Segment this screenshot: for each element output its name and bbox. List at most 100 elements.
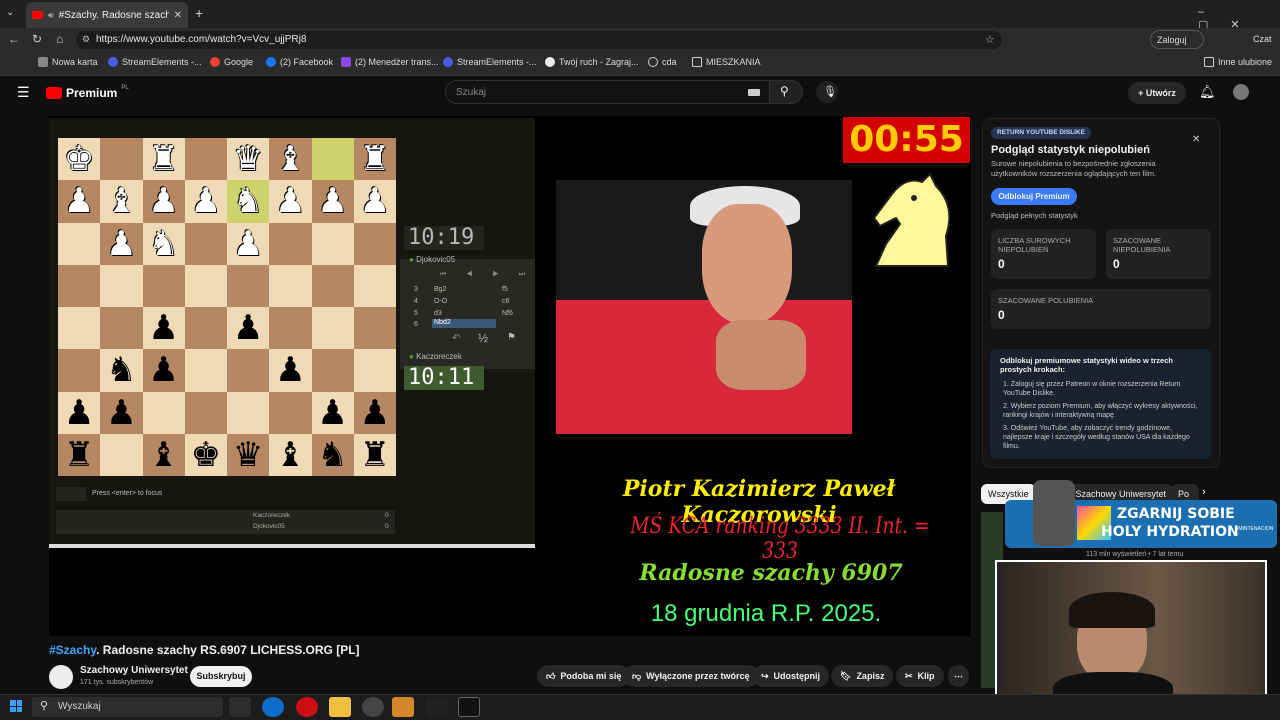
more-actions-button[interactable]: ⋯ — [948, 665, 969, 687]
avatar[interactable] — [1233, 84, 1249, 100]
home-icon[interactable]: ⌂ — [56, 32, 63, 46]
board-square — [100, 138, 143, 181]
task-view-icon[interactable] — [229, 697, 251, 717]
subscribe-button[interactable]: Subskrybuj — [190, 666, 252, 687]
browser-tab[interactable]: 🔊︎ #Szachy. Radosne szachy RS.6 ✕ — [26, 2, 188, 28]
page-info-icon[interactable]: ⚙ — [82, 34, 90, 45]
board-square: ♟ — [269, 349, 312, 392]
bookmark-item[interactable]: StreamElements -... — [108, 57, 202, 67]
board-square — [142, 391, 185, 434]
tab-title: #Szachy. Radosne szachy RS.6 — [58, 9, 169, 21]
file-explorer-icon[interactable] — [329, 697, 351, 717]
bookmark-item[interactable]: StreamElements -... — [443, 57, 537, 67]
bookmark-item[interactable]: Twój ruch - Zagraj... — [545, 57, 639, 67]
hashtag-link[interactable]: #Szachy — [49, 643, 96, 657]
back-icon[interactable]: ← — [8, 32, 20, 46]
folder-icon — [1204, 57, 1214, 67]
facebook-icon — [266, 57, 276, 67]
url-field[interactable]: https://www.youtube.com/watch?v=Vcv_ujjP… — [76, 31, 1002, 49]
board-square — [353, 307, 396, 350]
app-icon[interactable] — [458, 697, 480, 717]
promo-step: 1. Zaloguj się przez Patreon w oknie roz… — [1003, 381, 1181, 397]
chevron-right-icon[interactable]: › — [1202, 486, 1206, 498]
bookmark-item[interactable]: (2) Facebook — [266, 57, 333, 67]
windows-start-icon[interactable] — [10, 700, 22, 712]
clip-button[interactable]: ✂ Klip — [896, 665, 944, 687]
board-square — [100, 433, 143, 476]
speaker-icon[interactable]: 🔊︎ — [48, 10, 54, 21]
channel-avatar[interactable] — [49, 665, 73, 689]
search-input[interactable]: Szukaj — [445, 80, 770, 104]
board-square: ♜ — [353, 138, 396, 181]
promo-step: 2. Wybierz poziom Premium, aby włączyć w… — [1003, 403, 1198, 419]
close-icon[interactable]: ✕ — [1192, 134, 1200, 145]
board-square: ♛ — [227, 433, 270, 476]
app-icon[interactable] — [362, 697, 384, 717]
share-button[interactable]: ↪ Udostępnij — [752, 665, 830, 687]
streamer-webcam-overlay — [995, 560, 1267, 710]
thumb-up-icon: 👍︎ — [546, 671, 556, 681]
favorite-star-icon[interactable]: ☆ — [985, 33, 995, 46]
streamelements-icon — [443, 57, 453, 67]
face-shape — [702, 204, 792, 324]
page-icon — [38, 57, 48, 67]
black-piece-icon: ♟ — [148, 309, 179, 348]
full-stats-link[interactable]: Podgląd pełnych statystyk — [991, 211, 1078, 220]
create-button[interactable]: + Utwórz — [1128, 82, 1186, 104]
board-square: ♝ — [269, 138, 312, 181]
app-icon[interactable] — [426, 697, 448, 717]
black-piece-icon: ♝ — [148, 435, 179, 474]
search-button[interactable]: ⚲ — [769, 80, 803, 104]
bookmark-item[interactable]: Nowa karta — [38, 57, 98, 67]
video-line-date: 18 grudnia R.P. 2025. — [650, 600, 882, 627]
chat-label[interactable]: Czat — [1253, 34, 1272, 44]
stat-value: 0 — [998, 257, 1005, 271]
video-line-ranking: MŚ KCA ranking 3333 II. Int. = 333 — [630, 514, 930, 564]
move-black: Nf6 — [502, 310, 513, 317]
bookmark-item[interactable]: (2) Menedżer trans... — [341, 57, 439, 67]
move-white: d3 — [434, 310, 442, 317]
like-button[interactable]: 👍︎ Podoba mi się — [537, 665, 631, 687]
player-top: ● Djokovic05 — [409, 255, 456, 264]
score-name: Djokovic05 — [253, 523, 285, 530]
stat-value: 0 — [1113, 257, 1120, 271]
board-square: ♟ — [311, 180, 354, 223]
youtube-logo[interactable]: Premium PL — [46, 85, 129, 100]
channel-name[interactable]: Szachowy Uniwersytet — [80, 665, 188, 676]
video-title: #Szachy. Radosne szachy RS.6907 LICHESS.… — [49, 643, 360, 657]
keyboard-icon[interactable] — [748, 89, 760, 96]
move-number: 3 — [414, 286, 418, 293]
bookmark-item[interactable]: cda — [648, 57, 677, 67]
lichess-progress-line — [49, 544, 535, 548]
unlock-premium-button[interactable]: Odblokuj Premium — [991, 188, 1077, 205]
youtube-play-icon — [46, 87, 62, 99]
app-icon[interactable] — [392, 697, 414, 717]
tab-list-icon[interactable]: ⌄ — [6, 7, 14, 18]
other-bookmarks[interactable]: Inne ulubione — [1204, 57, 1272, 67]
reload-icon[interactable]: ↻ — [32, 32, 42, 46]
move-number: 5 — [414, 310, 418, 317]
black-piece-icon: ♟ — [317, 393, 348, 432]
new-tab-icon[interactable]: + — [195, 5, 203, 21]
dislike-disabled-button[interactable]: 👎︎ Wyłączone przez twórcę — [623, 665, 759, 687]
white-piece-icon: ♟ — [359, 182, 391, 221]
move-black: f5 — [502, 286, 508, 293]
black-piece-icon: ♞ — [106, 351, 137, 390]
focus-hint: Press <enter> to focus — [92, 490, 163, 497]
browser-tab-bar — [0, 0, 1280, 28]
login-button[interactable]: Zaloguj — [1150, 30, 1204, 49]
menu-icon[interactable]: ☰ — [17, 84, 30, 101]
opera-icon[interactable] — [296, 697, 318, 717]
save-button[interactable]: 🔖︎ Zapisz — [831, 665, 894, 687]
edge-icon[interactable] — [262, 697, 284, 717]
notifications-bell-icon[interactable]: 🔔︎ — [1199, 84, 1216, 100]
bookmark-item[interactable]: MIESZKANIA — [692, 57, 761, 67]
board-square: ♟ — [311, 391, 354, 434]
lichess-icon — [545, 57, 555, 67]
bookmark-item[interactable]: Google — [210, 57, 253, 67]
globe-icon — [648, 57, 658, 67]
taskbar-search[interactable]: Wyszukaj — [32, 697, 223, 717]
close-tab-icon[interactable]: ✕ — [174, 10, 182, 21]
voice-search-button[interactable]: 🎙︎ — [816, 81, 838, 103]
white-piece-icon: ♟ — [275, 182, 306, 221]
